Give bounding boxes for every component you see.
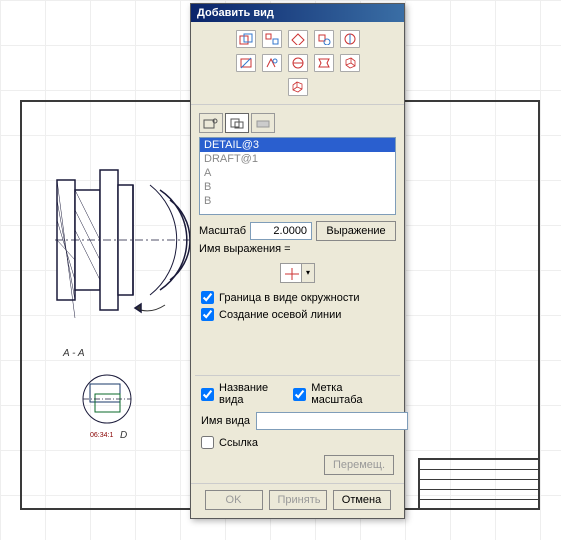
scale-note: 06:34:1: [90, 432, 113, 439]
detail-label: D: [120, 430, 127, 441]
scale-label-text: Метка масштаба: [311, 382, 394, 406]
move-button[interactable]: Перемещ.: [324, 455, 394, 475]
detail-circle-view: [80, 372, 135, 427]
anchor-point-picker[interactable]: [280, 263, 302, 283]
expression-name-label: Имя выражения =: [199, 243, 291, 255]
dialog-titlebar[interactable]: Добавить вид: [191, 4, 404, 22]
detail-view-icon[interactable]: [314, 30, 334, 48]
list-item[interactable]: B: [200, 180, 395, 194]
view-type-toolbar: [191, 22, 404, 105]
view-name-input[interactable]: [256, 412, 408, 430]
centerline-label: Создание осевой линии: [219, 309, 341, 321]
iso-right-icon[interactable]: [340, 54, 360, 72]
list-item[interactable]: B: [200, 194, 395, 208]
title-block: [418, 458, 538, 508]
section-broken-icon[interactable]: [314, 54, 334, 72]
scale-label: Масштаб: [199, 225, 246, 237]
link-label: Ссылка: [219, 437, 258, 449]
view-label-checkbox[interactable]: [201, 388, 214, 401]
centerline-checkbox[interactable]: [201, 308, 214, 321]
ortho-view-icon[interactable]: [262, 30, 282, 48]
tab-2[interactable]: [225, 113, 249, 133]
view-label-text: Название вида: [219, 382, 293, 406]
boundary-circle-label: Граница в виде окружности: [219, 292, 360, 304]
scale-label-checkbox[interactable]: [293, 388, 306, 401]
tab-3[interactable]: [251, 113, 275, 133]
section-revolved-icon[interactable]: [340, 30, 360, 48]
section-label: A - A: [63, 348, 84, 359]
apply-button[interactable]: Принять: [269, 490, 327, 510]
section-unfold-icon[interactable]: [262, 54, 282, 72]
section-half-icon[interactable]: [236, 54, 256, 72]
view-name-label: Имя вида: [201, 415, 250, 427]
add-view-dialog: Добавить вид DETAIL@3 DRAFT@1 A B B Масш…: [190, 3, 405, 519]
base-view-icon[interactable]: [236, 30, 256, 48]
ok-button[interactable]: OK: [205, 490, 263, 510]
list-item[interactable]: DRAFT@1: [200, 152, 395, 166]
section-simple-icon[interactable]: [288, 54, 308, 72]
iso-left-icon[interactable]: [288, 78, 308, 96]
list-item[interactable]: A: [200, 166, 395, 180]
anchor-dropdown-icon[interactable]: ▾: [302, 263, 315, 283]
option-tabs: [191, 105, 404, 137]
view-list[interactable]: DETAIL@3 DRAFT@1 A B B: [199, 137, 396, 215]
expression-button[interactable]: Выражение: [316, 221, 396, 241]
scale-input[interactable]: [250, 222, 312, 240]
link-checkbox[interactable]: [201, 436, 214, 449]
cancel-button[interactable]: Отмена: [333, 490, 391, 510]
tab-1[interactable]: [199, 113, 223, 133]
aux-view-icon[interactable]: [288, 30, 308, 48]
boundary-circle-checkbox[interactable]: [201, 291, 214, 304]
list-item[interactable]: DETAIL@3: [200, 138, 395, 152]
